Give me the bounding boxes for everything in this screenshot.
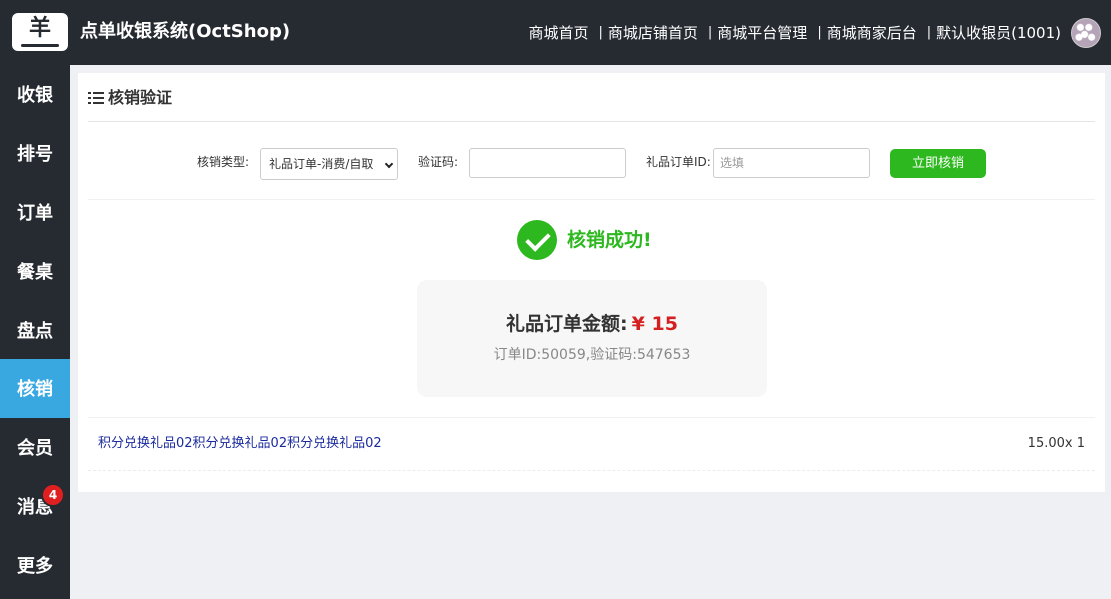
- nav-merchant-backend[interactable]: 商城商家后台: [827, 21, 917, 45]
- success-message: 核销成功!: [517, 220, 652, 260]
- chevron-down-icon: [384, 159, 394, 169]
- logo-underline: [21, 44, 59, 47]
- sidebar-item-orders[interactable]: 订单: [0, 183, 70, 242]
- nav-cashier-account[interactable]: 默认收银员(1001): [936, 21, 1061, 45]
- panel-header: 核销验证: [88, 73, 1095, 122]
- app-logo[interactable]: 羊: [12, 13, 68, 51]
- order-id-label: 礼品订单ID:: [646, 155, 711, 169]
- item-price-qty: 15.00x 1: [1027, 436, 1085, 451]
- amount-line: 礼品订单金额: ¥ 15: [417, 310, 767, 338]
- sidebar-item-inventory[interactable]: 盘点: [0, 300, 70, 359]
- sidebar-item-label: 餐桌: [17, 261, 53, 283]
- verify-code-input[interactable]: [469, 148, 626, 178]
- sidebar-item-more[interactable]: 更多: [0, 535, 70, 594]
- list-item: 积分兑换礼品02积分兑换礼品02积分兑换礼品02 15.00x 1: [88, 418, 1095, 471]
- page-title: 核销验证: [108, 88, 173, 107]
- top-nav: 商城首页 | 商城店铺首页 | 商城平台管理 | 商城商家后台 | 默认收银员(…: [528, 21, 1061, 45]
- sidebar-item-label: 收银: [17, 85, 53, 107]
- verify-now-button[interactable]: 立即核销: [890, 149, 986, 178]
- avatar[interactable]: [1071, 18, 1101, 48]
- verify-panel: 核销验证 核销类型: 礼品订单-消费/自取 验证码: 礼品订单ID: 选填 立即…: [78, 73, 1105, 492]
- verify-type-select[interactable]: 礼品订单-消费/自取: [260, 148, 398, 180]
- amount-card: 礼品订单金额: ¥ 15 订单ID:50059,验证码:547653: [417, 280, 767, 397]
- amount-label: 礼品订单金额:: [506, 313, 628, 335]
- code-label: 验证码:: [418, 155, 459, 169]
- sidebar-item-tables[interactable]: 餐桌: [0, 241, 70, 300]
- verify-form: 核销类型: 礼品订单-消费/自取 验证码: 礼品订单ID: 选填 立即核销: [88, 122, 1095, 200]
- amount-value: ¥ 15: [631, 313, 678, 335]
- order-id-input[interactable]: 选填: [713, 148, 870, 178]
- item-name-link[interactable]: 积分兑换礼品02积分兑换礼品02积分兑换礼品02: [98, 435, 382, 453]
- nav-separator: |: [817, 25, 822, 40]
- nav-store-home[interactable]: 商城店铺首页: [608, 21, 698, 45]
- sidebar-item-members[interactable]: 会员: [0, 418, 70, 477]
- order-meta: 订单ID:50059,验证码:547653: [493, 347, 691, 363]
- sidebar: 收银 排号 订单 餐桌 盘点 核销 会员 消息 4 更多: [0, 65, 70, 599]
- nav-separator: |: [598, 25, 603, 40]
- sidebar-item-label: 会员: [17, 438, 53, 460]
- sidebar-item-label: 更多: [17, 555, 53, 577]
- verify-type-value: 礼品订单-消费/自取: [269, 157, 374, 171]
- sidebar-item-label: 核销: [17, 379, 53, 401]
- top-bar: 羊 点单收银系统(OctShop) 商城首页 | 商城店铺首页 | 商城平台管理…: [0, 0, 1111, 65]
- nav-platform-admin[interactable]: 商城平台管理: [717, 21, 807, 45]
- sidebar-item-cashier[interactable]: 收银: [0, 65, 70, 124]
- success-text: 核销成功!: [567, 229, 652, 251]
- check-circle-icon: [517, 220, 557, 260]
- sidebar-item-label: 盘点: [17, 320, 53, 342]
- sidebar-item-messages[interactable]: 消息 4: [0, 477, 70, 536]
- nav-separator: |: [926, 25, 932, 40]
- nav-separator: |: [707, 25, 713, 40]
- sidebar-item-label: 订单: [17, 202, 53, 224]
- sidebar-item-queue[interactable]: 排号: [0, 124, 70, 183]
- sidebar-item-label: 排号: [17, 144, 53, 166]
- sidebar-item-verify[interactable]: 核销: [0, 358, 70, 418]
- logo-glyph: 羊: [28, 16, 51, 41]
- app-title: 点单收银系统(OctShop): [80, 21, 291, 42]
- message-count-badge: 4: [41, 482, 65, 507]
- nav-mall-home[interactable]: 商城首页: [528, 21, 588, 45]
- type-label: 核销类型:: [197, 155, 250, 169]
- list-icon: [88, 92, 104, 104]
